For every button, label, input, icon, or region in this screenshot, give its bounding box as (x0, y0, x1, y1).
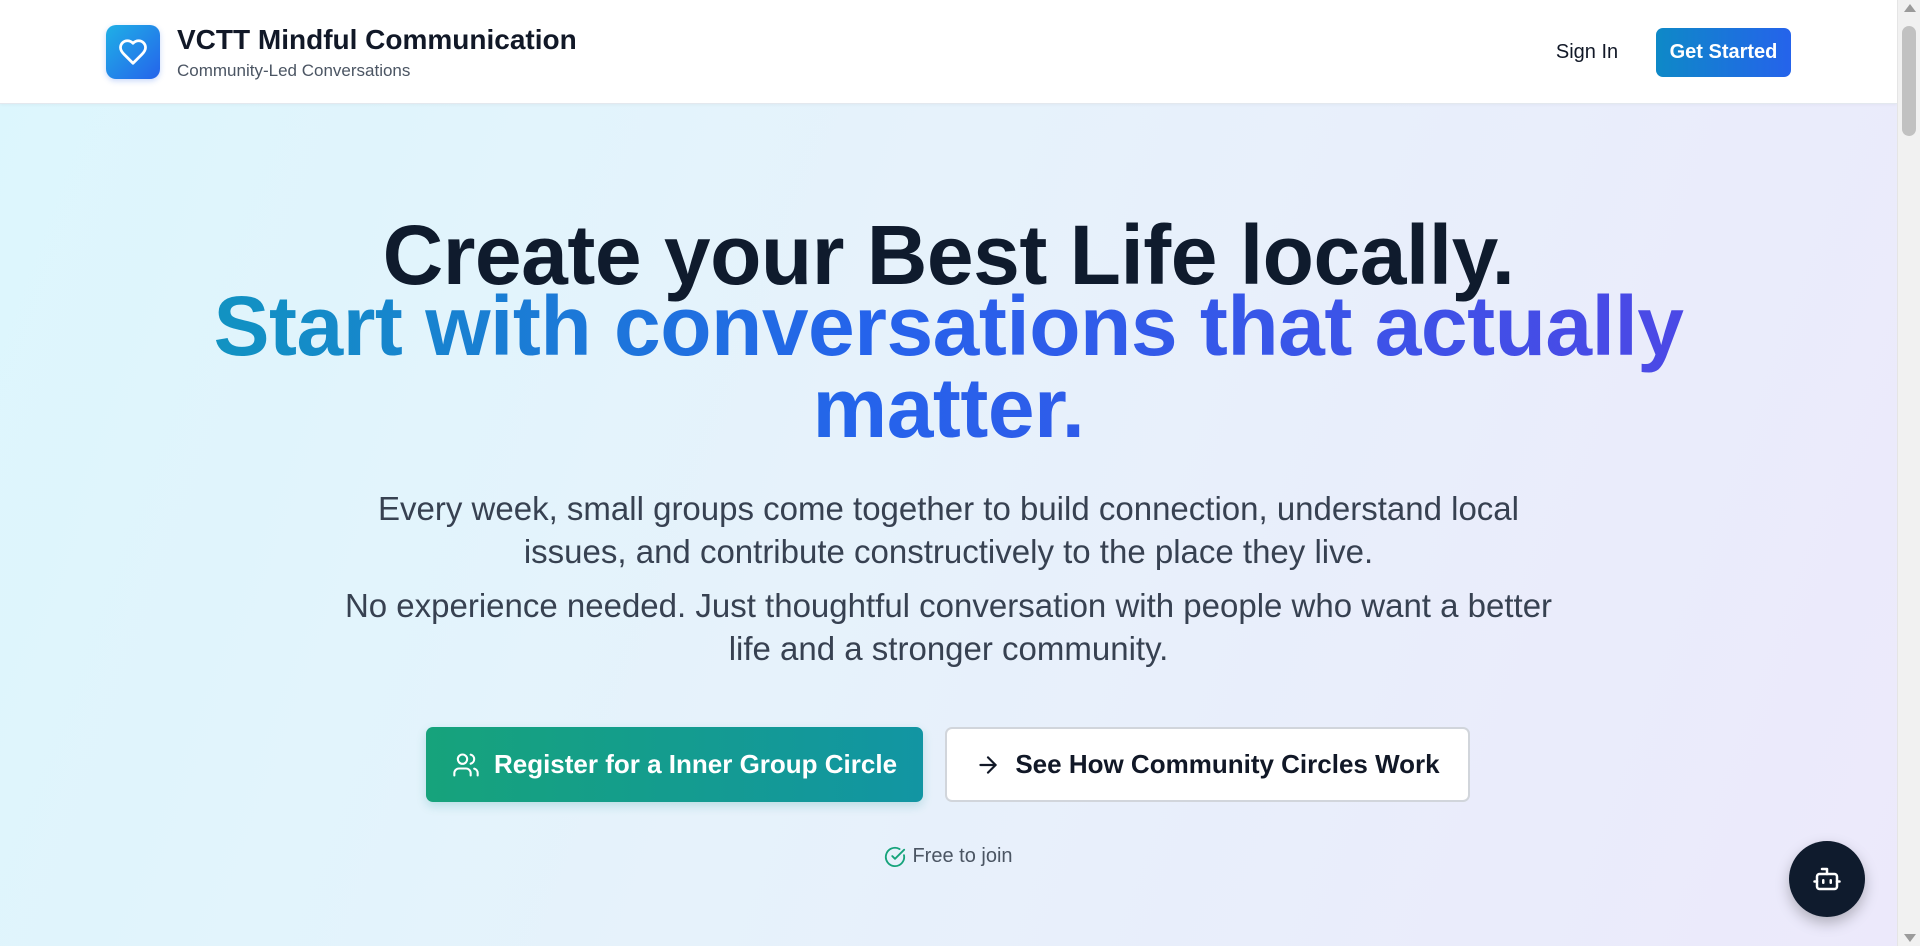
bot-icon (1813, 867, 1841, 891)
register-circle-button[interactable]: Register for a Inner Group Circle (426, 727, 923, 802)
chatbot-button[interactable] (1789, 841, 1865, 917)
free-to-join-label: Free to join (912, 845, 1013, 867)
see-how-button[interactable]: See How Community Circles Work (945, 727, 1470, 802)
hero-paragraph-2: No experience needed. Just thoughtful co… (344, 587, 1553, 667)
site-header: VCTT Mindful Communication Community-Led… (0, 0, 1897, 104)
free-to-join-note: Free to join (0, 845, 1897, 868)
sign-in-button[interactable]: Sign In (1537, 30, 1637, 74)
page-scrollbar[interactable] (1897, 0, 1920, 946)
scroll-up-arrow-icon[interactable] (1904, 4, 1916, 12)
scroll-down-arrow-icon[interactable] (1904, 934, 1916, 942)
brand-title[interactable]: VCTT Mindful Communication (177, 24, 577, 56)
get-started-button[interactable]: Get Started (1656, 28, 1791, 77)
heart-icon (119, 39, 147, 65)
page: VCTT Mindful Communication Community-Led… (0, 0, 1897, 946)
scrollbar-thumb[interactable] (1902, 26, 1916, 136)
check-circle-icon (885, 846, 906, 867)
hero-headline-line2: Start with conversations that actually m… (140, 284, 1757, 450)
logo[interactable] (106, 25, 160, 79)
hero-paragraph-1: Every week, small groups come together t… (378, 490, 1519, 570)
register-circle-label: Register for a Inner Group Circle (493, 749, 898, 779)
users-icon (453, 752, 479, 777)
arrow-right-icon (979, 755, 998, 774)
see-how-label: See How Community Circles Work (1015, 749, 1440, 779)
brand-subtitle: Community-Led Conversations (177, 61, 411, 80)
